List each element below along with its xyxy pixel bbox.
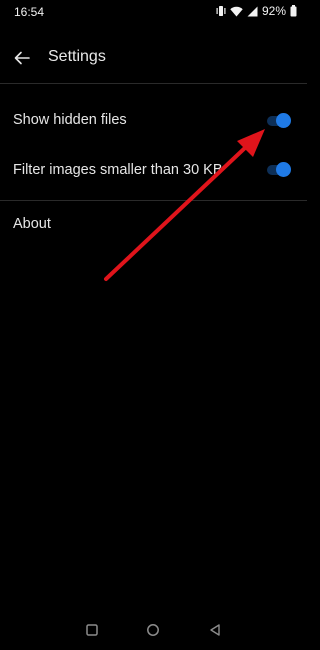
about-item[interactable]: About bbox=[0, 202, 307, 248]
show-hidden-files-toggle[interactable] bbox=[267, 112, 291, 130]
recents-square-icon[interactable] bbox=[84, 622, 100, 638]
setting-label: Show hidden files bbox=[13, 112, 127, 128]
status-icons: 92% bbox=[216, 4, 297, 18]
toggle-thumb bbox=[276, 113, 291, 128]
toggle-thumb bbox=[276, 162, 291, 177]
status-bar: 16:54 92% bbox=[0, 0, 307, 26]
app-bar: Settings bbox=[0, 38, 307, 78]
home-circle-icon[interactable] bbox=[145, 622, 161, 638]
filter-small-images-toggle[interactable] bbox=[267, 161, 291, 179]
battery-icon bbox=[290, 5, 297, 17]
navigation-bar bbox=[0, 614, 307, 650]
about-label: About bbox=[13, 216, 51, 232]
arrow-left-icon[interactable] bbox=[10, 46, 34, 70]
wifi-icon bbox=[230, 6, 243, 17]
battery-percent: 92% bbox=[261, 4, 286, 18]
vibrate-icon bbox=[216, 5, 226, 17]
back-triangle-icon[interactable] bbox=[207, 622, 223, 638]
setting-label: Filter images smaller than 30 KB bbox=[13, 162, 223, 178]
signal-icon bbox=[247, 6, 258, 17]
setting-show-hidden-files[interactable]: Show hidden files bbox=[0, 98, 307, 144]
settings-divider bbox=[0, 200, 307, 201]
status-time: 16:54 bbox=[14, 5, 45, 19]
page-title: Settings bbox=[48, 48, 106, 65]
setting-filter-small-images[interactable]: Filter images smaller than 30 KB bbox=[0, 146, 307, 192]
header-divider bbox=[0, 83, 307, 84]
